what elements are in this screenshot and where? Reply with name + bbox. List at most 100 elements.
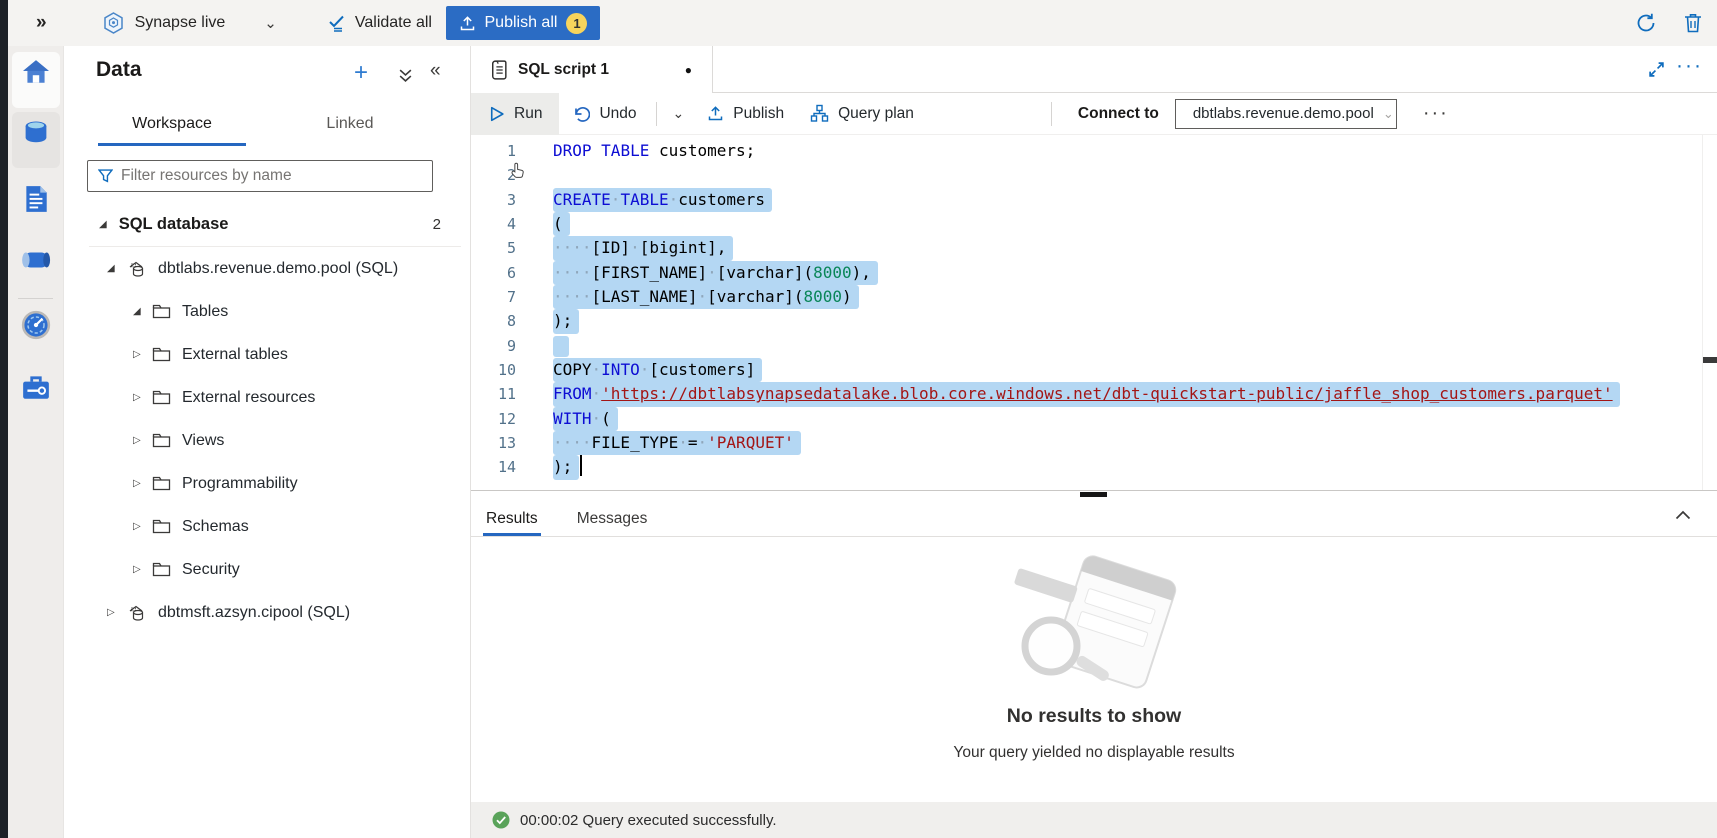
code-line-1[interactable]: 1DROP TABLE customers;: [471, 139, 1717, 163]
tree-item-views[interactable]: ▷Views: [64, 419, 469, 462]
toolbar-separator: [656, 102, 657, 126]
selection-highlight: WITH·(: [553, 407, 618, 431]
caret-expanded-icon[interactable]: ◢: [133, 306, 145, 317]
caret-collapsed-icon[interactable]: ▷: [133, 435, 145, 446]
nav-data-icon[interactable]: [8, 118, 63, 148]
code-line-3[interactable]: 3CREATE·TABLE·customers: [471, 188, 1717, 212]
top-command-bar: » Synapse live ⌄ Validate all Publish al…: [0, 0, 1717, 46]
collapse-panel-icon[interactable]: «: [430, 60, 441, 82]
undo-icon: [572, 105, 590, 123]
collapse-results-chevron-icon[interactable]: [1675, 509, 1691, 520]
code-line-6[interactable]: 6····[FIRST_NAME]·[varchar](8000),: [471, 261, 1717, 285]
publish-upload-icon: [707, 105, 724, 122]
code-line-2[interactable]: 2: [471, 163, 1717, 187]
sql-script-icon: [489, 59, 508, 81]
toolbar-more-icon[interactable]: ···: [1423, 102, 1449, 125]
code-line-7[interactable]: 7····[LAST_NAME]·[varchar](8000): [471, 285, 1717, 309]
code-line-13[interactable]: 13····FILE_TYPE·=·'PARQUET': [471, 431, 1717, 455]
sql-code-editor[interactable]: 1DROP TABLE customers;23CREATE·TABLE·cus…: [471, 135, 1717, 490]
tab-results[interactable]: Results: [483, 510, 541, 536]
code-text: ····[FIRST_NAME]·[varchar](8000),: [553, 261, 878, 285]
editor-scrollbar-thumb[interactable]: [1703, 357, 1717, 363]
caret-expanded-icon[interactable]: ◢: [99, 219, 107, 230]
tree-item-tables[interactable]: ◢Tables: [64, 290, 469, 333]
no-results-title: No results to show: [471, 705, 1717, 728]
selection-highlight: COPY·INTO·[customers]: [553, 358, 762, 382]
publish-count-badge: 1: [566, 13, 587, 34]
pool-select-dropdown[interactable]: dbtlabs.revenue.demo.pool ⌄: [1175, 99, 1397, 129]
selection-highlight: (: [553, 212, 570, 236]
validate-all-button[interactable]: Validate all: [355, 14, 432, 32]
tree-item-label: External resources: [182, 389, 315, 407]
tree-item-dbtmsft-azsyn-cipool-sql-[interactable]: ▷dbtmsft.azsyn.cipool (SQL): [64, 591, 469, 634]
tree-item-label: dbtlabs.revenue.demo.pool (SQL): [158, 260, 398, 278]
tree-item-external-resources[interactable]: ▷ External resources: [64, 376, 469, 419]
refresh-icon[interactable]: [1635, 12, 1657, 34]
code-line-5[interactable]: 5····[ID]·[bigint],: [471, 236, 1717, 260]
code-line-14[interactable]: 14);: [471, 455, 1717, 479]
caret-expanded-icon[interactable]: ◢: [107, 263, 119, 274]
tree-item-external-tables[interactable]: ▷ External tables: [64, 333, 469, 376]
line-number: 14: [471, 455, 516, 479]
expand-editor-icon[interactable]: [1648, 61, 1665, 78]
caret-collapsed-icon[interactable]: ▷: [133, 564, 145, 575]
code-line-11[interactable]: 11FROM·'https://dbtlabsynapsedatalake.bl…: [471, 382, 1717, 406]
undo-button[interactable]: Undo: [559, 93, 649, 135]
filter-placeholder: Filter resources by name: [121, 167, 292, 185]
publish-button[interactable]: Publish: [694, 93, 797, 135]
code-line-8[interactable]: 8);: [471, 309, 1717, 333]
tree-item-label: External tables: [182, 346, 288, 364]
trash-icon[interactable]: [1683, 12, 1703, 34]
run-button[interactable]: Run: [471, 93, 559, 135]
folder-icon: [152, 519, 171, 534]
caret-collapsed-icon[interactable]: ▷: [133, 521, 145, 532]
tab-workspace[interactable]: Workspace: [98, 106, 246, 146]
caret-collapsed-icon[interactable]: ▷: [107, 607, 119, 618]
results-splitter[interactable]: [471, 490, 1717, 497]
add-resource-icon[interactable]: +: [354, 59, 368, 87]
query-plan-button[interactable]: Query plan: [797, 93, 927, 135]
line-number: 4: [471, 212, 516, 236]
tree-item-programmability[interactable]: ▷Programmability: [64, 462, 469, 505]
selection-highlight: CREATE·TABLE·customers: [553, 188, 772, 212]
tab-linked[interactable]: Linked: [276, 106, 424, 146]
publish-label: Publish: [733, 105, 784, 123]
tab-sql-script-1[interactable]: SQL script 1 ●: [471, 46, 713, 93]
tab-messages[interactable]: Messages: [574, 510, 651, 536]
run-label: Run: [514, 105, 542, 123]
nav-manage-icon[interactable]: [8, 374, 63, 402]
results-empty-state: No results to show Your query yielded no…: [471, 537, 1717, 802]
nav-monitor-icon[interactable]: [8, 310, 63, 340]
no-results-subtitle: Your query yielded no displayable result…: [471, 744, 1717, 762]
tree-root-sql-database[interactable]: ◢ SQL database 2: [64, 203, 469, 246]
folder-icon: [152, 347, 171, 362]
editor-scrollbar[interactable]: [1702, 135, 1717, 490]
caret-collapsed-icon[interactable]: ▷: [133, 349, 145, 360]
caret-collapsed-icon[interactable]: ▷: [133, 478, 145, 489]
code-line-12[interactable]: 12WITH·(: [471, 407, 1717, 431]
nav-home-icon[interactable]: [8, 58, 63, 86]
editor-toolbar: Run Undo ⌄ Publish Query plan Connect to…: [471, 93, 1717, 135]
tab-title: SQL script 1: [518, 61, 609, 79]
mode-chevron-down-icon[interactable]: ⌄: [264, 14, 277, 32]
filter-resources-input[interactable]: Filter resources by name: [87, 160, 433, 192]
collapse-all-icon[interactable]: [398, 68, 413, 83]
tree-item-security[interactable]: ▷Security: [64, 548, 469, 591]
expand-panel-icon[interactable]: »: [36, 12, 47, 34]
code-line-9[interactable]: 9: [471, 334, 1717, 358]
caret-collapsed-icon[interactable]: ▷: [133, 392, 145, 403]
line-number: 11: [471, 382, 516, 406]
mode-selector-label[interactable]: Synapse live: [135, 14, 226, 32]
folder-icon: [152, 476, 171, 491]
nav-develop-icon[interactable]: [8, 184, 63, 214]
code-line-10[interactable]: 10COPY·INTO·[customers]: [471, 358, 1717, 382]
tree-item-schemas[interactable]: ▷Schemas: [64, 505, 469, 548]
code-line-4[interactable]: 4(: [471, 212, 1717, 236]
tab-more-icon[interactable]: ···: [1676, 54, 1703, 78]
run-options-chevron-icon[interactable]: ⌄: [663, 105, 695, 122]
success-check-icon: [492, 811, 510, 829]
nav-integrate-icon[interactable]: [8, 248, 63, 272]
editor-tabstrip: SQL script 1 ● ···: [471, 46, 1717, 93]
publish-all-button[interactable]: Publish all 1: [446, 6, 600, 40]
tree-item-dbtlabs-revenue-demo-pool-sql-[interactable]: ◢ dbtlabs.revenue.demo.pool (SQL): [64, 247, 469, 290]
